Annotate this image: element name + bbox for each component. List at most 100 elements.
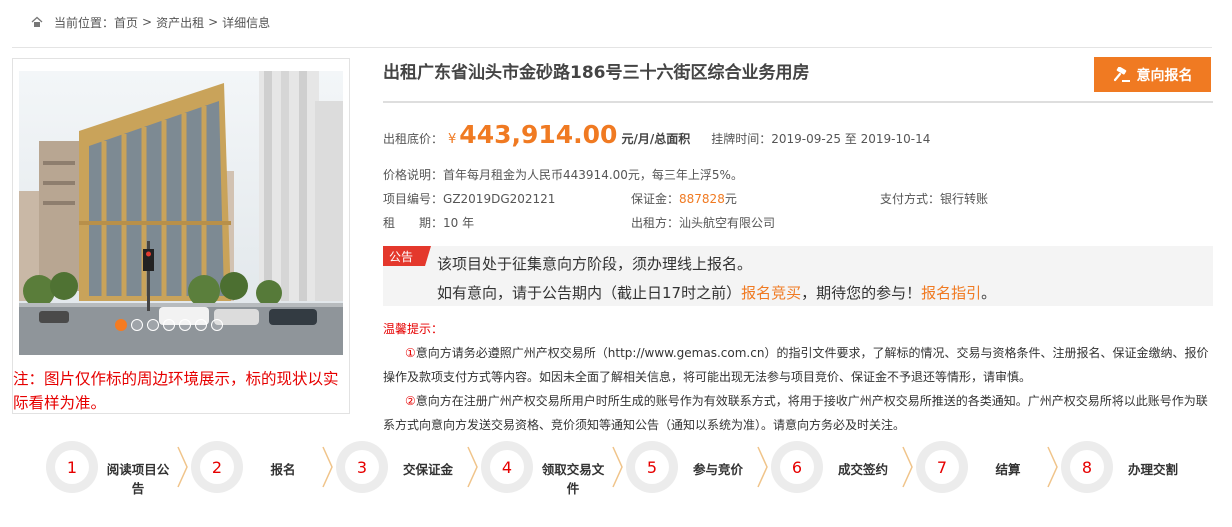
title-divider	[383, 101, 1213, 103]
step-label: 成交签约	[837, 462, 888, 477]
step-arrow-icon	[757, 446, 768, 488]
step-number-circle: 3	[336, 441, 388, 493]
step-number: 5	[635, 450, 669, 484]
step-label: 领取交易文件	[541, 462, 605, 496]
home-icon	[31, 16, 43, 27]
tip-1: ①意向方请务必遵照广州产权交易所（http://www.gemas.com.cn…	[383, 341, 1213, 389]
deposit: 保证金：887828元	[631, 190, 737, 207]
breadcrumb-separator: >	[208, 15, 219, 29]
lessor: 出租方：汕头航空有限公司	[631, 214, 775, 231]
breadcrumb-separator: >	[142, 15, 153, 29]
price-note-value: 首年每月租金为人民币443914.00元，每三年上浮5%。	[443, 168, 743, 182]
tip-2-text: 意向方在注册广州产权交易所用户时所生成的账号作为有效联系方式，将用于接收广州产权…	[383, 394, 1208, 432]
property-photo-illustration	[19, 71, 343, 355]
step-number: 4	[490, 450, 524, 484]
deposit-value: 887828	[679, 192, 725, 206]
carousel-dot[interactable]	[115, 319, 127, 331]
price-row: 出租底价： ¥ 443,914.00 元/月/总面积 挂牌时间：2019-09-…	[383, 120, 930, 149]
price-unit: 元/月/总面积	[621, 132, 691, 146]
step-arrow-icon	[322, 446, 333, 488]
property-photo[interactable]	[19, 71, 343, 355]
process-steps: 1 阅读项目公告 2 报名 3 交保证金 4 领取交易文件 5 参与竞价 6 成交签约 7 结算 8 办理交割	[46, 441, 1212, 496]
lessor-value: 汕头航空有限公司	[679, 216, 776, 230]
listing-period: 挂牌时间：2019-09-25 至 2019-10-14	[711, 130, 930, 147]
breadcrumb-home[interactable]: 首页	[114, 14, 138, 31]
tip-1-text: 意向方请务必遵照广州产权交易所（http://www.gemas.com.cn）…	[383, 346, 1209, 384]
payment-method: 支付方式：银行转账	[880, 190, 988, 207]
announcement-tag-label: 公告	[389, 250, 414, 264]
step-number: 6	[780, 450, 814, 484]
breadcrumb-asset-lease[interactable]: 资产出租	[156, 14, 204, 31]
announcement-line-2: 如有意向，请于公告期内（截止日17时之前）报名竞买，期待您的参与！报名指引。	[437, 282, 996, 303]
property-info-grid: 项目编号：GZ2019DG202121 保证金：887828元 支付方式：银行转…	[383, 190, 1213, 238]
project-number: 项目编号：GZ2019DG202121	[383, 190, 555, 207]
listing-period-label: 挂牌时间：	[711, 132, 772, 146]
carousel-dot[interactable]	[195, 319, 207, 331]
step-number-circle: 7	[916, 441, 968, 493]
lease-term: 租 期：10 年	[383, 214, 474, 231]
project-number-label: 项目编号：	[383, 192, 444, 206]
project-number-value: GZ2019DG202121	[443, 192, 556, 206]
tip-2-number: ②	[405, 394, 416, 408]
lessor-label: 出租方：	[631, 216, 680, 230]
step-number: 1	[55, 450, 89, 484]
announcement-text-b: ，期待您的参与！	[801, 284, 922, 302]
carousel-dot[interactable]	[147, 319, 159, 331]
step-label: 报名	[270, 462, 296, 477]
step-number: 2	[200, 450, 234, 484]
gavel-icon	[1113, 66, 1130, 82]
announcement-line-1: 该项目处于征集意向方阶段，须办理线上报名。	[437, 255, 753, 273]
registration-guide-link[interactable]: 报名指引	[921, 284, 981, 302]
step-label: 参与竞价	[692, 462, 743, 477]
step-label: 办理交割	[1127, 462, 1178, 477]
price-label: 出租底价：	[383, 132, 444, 146]
step-number: 7	[925, 450, 959, 484]
step-arrow-icon	[177, 446, 188, 488]
step-arrow-icon	[902, 446, 913, 488]
tips-title: 温馨提示：	[383, 322, 444, 336]
step-arrow-icon	[612, 446, 623, 488]
apply-button[interactable]: 意向报名	[1094, 57, 1211, 92]
photo-gallery: 注：图片仅作标的周边环境展示，标的现状以实际看样为准。	[12, 58, 350, 414]
apply-button-label: 意向报名	[1136, 67, 1193, 84]
step-number-circle: 5	[626, 441, 678, 493]
breadcrumb-current: 详细信息	[222, 15, 271, 30]
step-number: 3	[345, 450, 379, 484]
currency-symbol: ¥	[448, 132, 457, 147]
payment-method-label: 支付方式：	[880, 192, 941, 206]
lease-term-value: 10 年	[443, 216, 475, 230]
step-label: 结算	[995, 462, 1021, 477]
carousel-dot[interactable]	[131, 319, 143, 331]
step-number-circle: 6	[771, 441, 823, 493]
lease-term-label: 租 期：	[383, 216, 444, 230]
step-arrow-icon	[1047, 446, 1058, 488]
photo-disclaimer: 注：图片仅作标的周边环境展示，标的现状以实际看样为准。	[13, 370, 339, 412]
tip-1-number: ①	[405, 346, 416, 360]
price-note-label: 价格说明：	[383, 168, 444, 182]
announcement-text-a: 如有意向，请于公告期内（截止日17时之前）	[437, 284, 742, 302]
deposit-unit: 元	[724, 192, 737, 206]
announcement-text-c: 。	[981, 284, 997, 302]
step-number: 8	[1070, 450, 1104, 484]
step-arrow-icon	[467, 446, 478, 488]
step-number-circle: 4	[481, 441, 533, 493]
header-divider	[12, 47, 1212, 48]
carousel-dot[interactable]	[179, 319, 191, 331]
carousel-dot[interactable]	[211, 319, 223, 331]
price-value: 443,914.00	[459, 120, 618, 149]
listing-period-value: 2019-09-25 至 2019-10-14	[771, 132, 931, 146]
step-number-circle: 8	[1061, 441, 1113, 493]
property-title: 出租广东省汕头市金砂路186号三十六街区综合业务用房	[383, 63, 810, 83]
deposit-label: 保证金：	[631, 192, 680, 206]
carousel-dot[interactable]	[163, 319, 175, 331]
step-label: 交保证金	[402, 462, 453, 477]
breadcrumb: 当前位置： 首页 > 资产出租 > 详细信息	[31, 13, 270, 31]
payment-method-value: 银行转账	[940, 192, 989, 206]
step-label: 阅读项目公告	[106, 462, 170, 496]
announcement-box: 公告 该项目处于征集意向方阶段，须办理线上报名。 如有意向，请于公告期内（截止日…	[383, 246, 1213, 306]
tips-content: ①意向方请务必遵照广州产权交易所（http://www.gemas.com.cn…	[383, 341, 1213, 437]
breadcrumb-prefix: 当前位置：	[54, 15, 115, 30]
tip-2: ②意向方在注册广州产权交易所用户时所生成的账号作为有效联系方式，将用于接收广州产…	[383, 389, 1213, 437]
bid-registration-link[interactable]: 报名竞买	[741, 284, 801, 302]
step-number-circle: 1	[46, 441, 98, 493]
